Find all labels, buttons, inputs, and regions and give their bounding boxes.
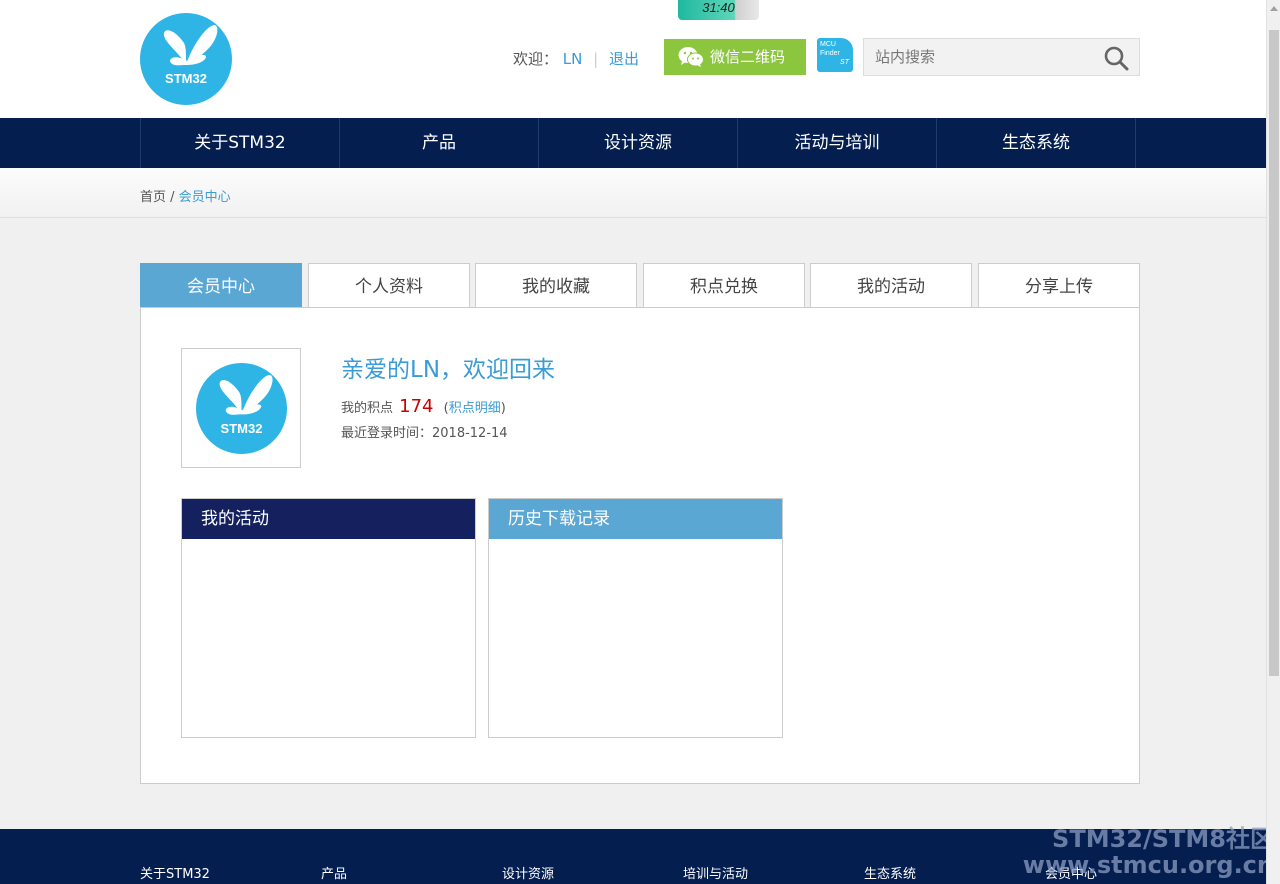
tab-share-upload[interactable]: 分享上传 <box>978 263 1140 308</box>
mcu-finder-line1: MCU <box>820 41 836 48</box>
nav-item-products[interactable]: 产品 <box>340 118 539 168</box>
divider: | <box>593 50 599 68</box>
avatar-frame: STM32 <box>181 348 301 468</box>
welcome-bar: 欢迎： LN | 退出 <box>513 48 639 69</box>
breadcrumb-sep: / <box>166 190 179 205</box>
wechat-label: 微信二维码 <box>710 48 786 66</box>
countdown-timer: 31:40 <box>678 0 759 20</box>
points-detail-close: ) <box>500 401 506 416</box>
search-input[interactable] <box>864 39 1094 75</box>
butterfly-icon <box>163 25 218 66</box>
welcome-greeting: 亲爱的LN，欢迎回来 <box>341 357 556 383</box>
breadcrumb-current[interactable]: 会员中心 <box>179 190 231 205</box>
tab-member-center[interactable]: 会员中心 <box>140 263 302 308</box>
points-detail-link[interactable]: 积点明细 <box>449 401 501 416</box>
scrollbar-thumb[interactable] <box>1269 30 1279 676</box>
mcu-finder-line2: Finder <box>820 50 840 57</box>
butterfly-icon <box>219 374 273 415</box>
welcome-label: 欢迎： <box>513 50 559 68</box>
last-login: 最近登录时间：2018-12-14 <box>341 422 508 441</box>
nav-item-events-training[interactable]: 活动与培训 <box>738 118 937 168</box>
footer-link-products[interactable]: 产品 <box>321 863 347 882</box>
footer-link-design-resources[interactable]: 设计资源 <box>502 863 554 882</box>
wechat-icon <box>678 47 704 67</box>
main-nav: 关于STM32 产品 设计资源 活动与培训 生态系统 <box>0 118 1266 168</box>
site-search <box>863 38 1140 76</box>
stm32-logo[interactable]: STM32 <box>140 13 232 105</box>
member-tabs: 会员中心 个人资料 我的收藏 积点兑换 我的活动 分享上传 <box>140 263 1140 308</box>
watermark-title: STM32/STM8社区 <box>1052 825 1274 853</box>
tab-points-exchange[interactable]: 积点兑换 <box>643 263 805 308</box>
breadcrumb-bar: 首页 / 会员中心 <box>0 168 1266 218</box>
last-login-value: 2018-12-14 <box>432 426 508 441</box>
watermark-url: www.stmcu.org.cn <box>1022 851 1274 879</box>
site-header: STM32 31:40 欢迎： LN | 退出 微信二维码 MCU Finder… <box>0 0 1266 118</box>
breadcrumb-home[interactable]: 首页 <box>140 190 166 205</box>
nav-item-about[interactable]: 关于STM32 <box>141 118 340 168</box>
scroll-up-arrow-icon[interactable] <box>1270 6 1278 11</box>
download-history-title: 历史下载记录 <box>489 499 782 539</box>
my-activities-box: 我的活动 <box>181 498 476 738</box>
site-watermark: STM32/STM8社区 www.stmcu.org.cn <box>1023 826 1274 878</box>
footer-link-training-events[interactable]: 培训与活动 <box>683 863 748 882</box>
logout-link[interactable]: 退出 <box>609 50 639 68</box>
mcu-finder-icon[interactable]: MCU Finder ST <box>817 38 853 72</box>
search-icon[interactable] <box>1103 45 1129 71</box>
footer-link-about[interactable]: 关于STM32 <box>140 863 210 882</box>
wechat-qr-button[interactable]: 微信二维码 <box>664 39 806 75</box>
points-summary: 我的积点 174 (积点明细) <box>341 396 506 417</box>
nav-item-design-resources[interactable]: 设计资源 <box>539 118 738 168</box>
my-activities-title: 我的活动 <box>182 499 475 539</box>
points-value: 174 <box>399 396 434 417</box>
avatar[interactable]: STM32 <box>196 363 287 454</box>
footer-link-ecosystem[interactable]: 生态系统 <box>864 863 916 882</box>
nav-item-ecosystem[interactable]: 生态系统 <box>937 118 1136 168</box>
tab-favorites[interactable]: 我的收藏 <box>475 263 637 308</box>
logo-text: STM32 <box>165 71 207 86</box>
breadcrumb: 首页 / 会员中心 <box>140 186 231 205</box>
avatar-text: STM32 <box>220 421 263 436</box>
tab-my-activities[interactable]: 我的活动 <box>810 263 972 308</box>
points-label: 我的积点 <box>341 401 394 416</box>
member-center-panel: STM32 亲爱的LN，欢迎回来 我的积点 174 (积点明细) 最近登录时间：… <box>140 307 1140 784</box>
username-link[interactable]: LN <box>563 50 583 68</box>
mcu-finder-line3: ST <box>840 59 849 66</box>
last-login-label: 最近登录时间： <box>341 426 433 441</box>
download-history-box: 历史下载记录 <box>488 498 783 738</box>
page-scrollbar[interactable] <box>1266 0 1280 884</box>
tab-profile[interactable]: 个人资料 <box>308 263 470 308</box>
